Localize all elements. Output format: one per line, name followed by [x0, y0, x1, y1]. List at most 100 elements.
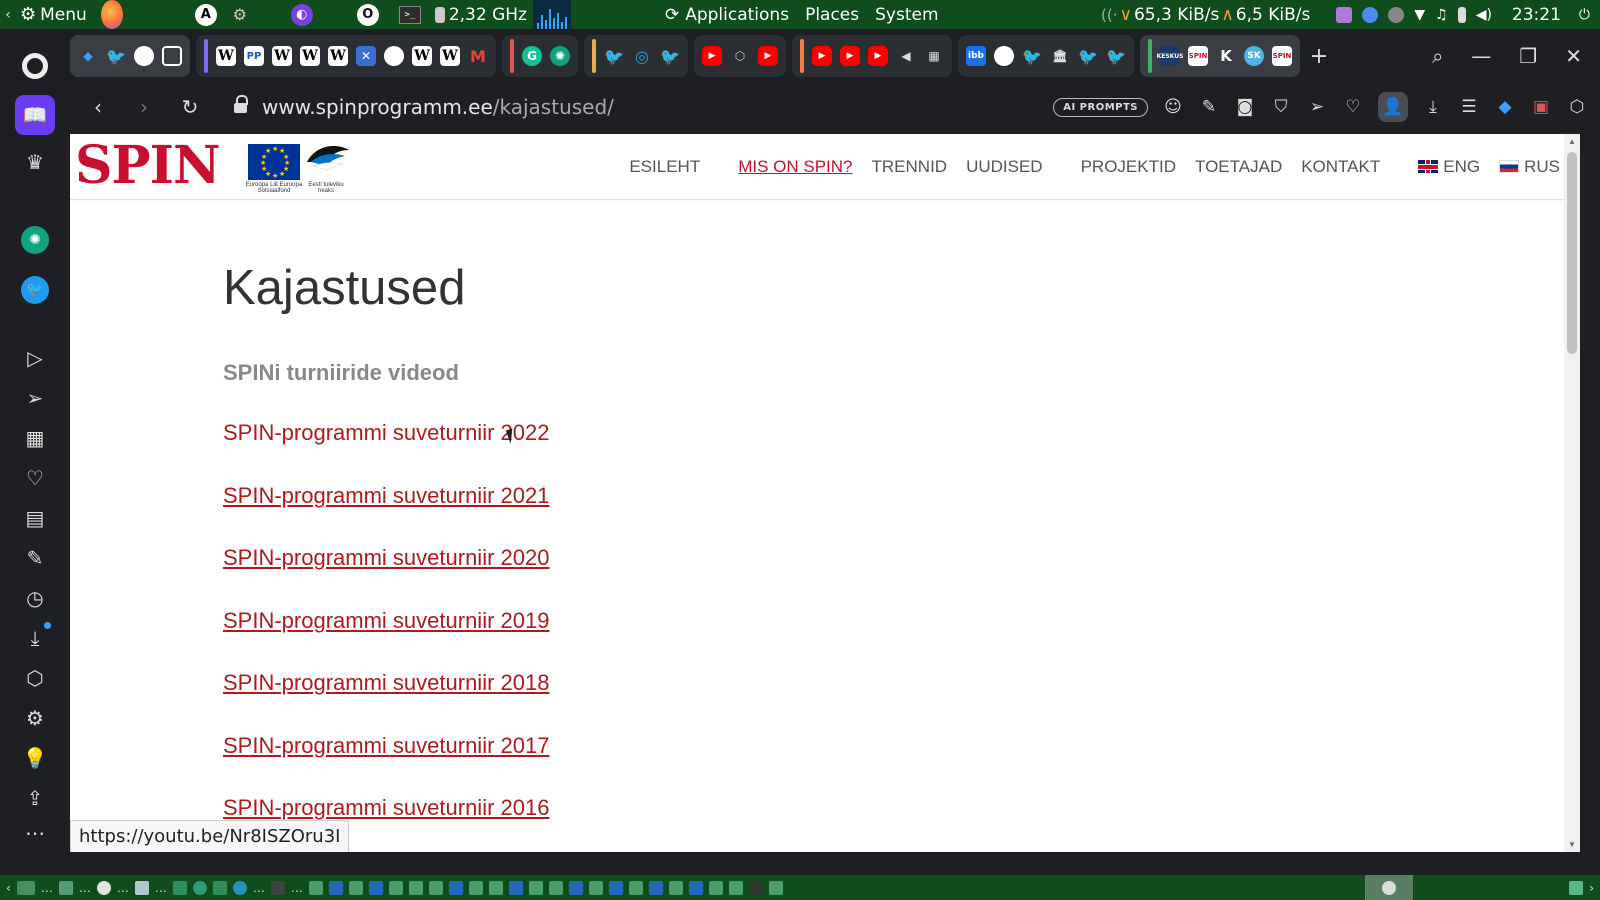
nav-lang-eng[interactable]: ENG	[1418, 157, 1480, 177]
taskbar-app-icon[interactable]	[348, 880, 363, 895]
sidebar-reading-button[interactable]: 📖	[15, 95, 55, 135]
sidebar-bookmarks-button[interactable]: ♡	[19, 462, 51, 494]
new-tab-button[interactable]: +	[1306, 44, 1332, 69]
send-icon[interactable]: ➢	[1306, 97, 1328, 117]
ibb-icon[interactable]: ibb	[966, 46, 986, 66]
places-menu[interactable]: Places	[805, 5, 859, 25]
battery-icon[interactable]	[1457, 6, 1466, 23]
tab-group-3[interactable]: G ✺	[502, 35, 578, 77]
nav-kontakt[interactable]: KONTAKT	[1301, 157, 1380, 177]
nav-trennid[interactable]: TRENNID	[872, 157, 948, 177]
nav-projektid[interactable]: PROJEKTID	[1081, 157, 1176, 177]
video-link-2020[interactable]: SPIN-programmi suveturniir 2020	[223, 545, 549, 570]
taskbar-app-icon[interactable]	[748, 880, 763, 895]
globe-icon[interactable]	[994, 46, 1014, 66]
volume-icon[interactable]: ◀)	[1476, 7, 1492, 23]
globe-icon[interactable]	[134, 46, 154, 66]
back-button[interactable]: ‹	[82, 95, 114, 119]
system-menu[interactable]: System	[875, 5, 938, 25]
taskbar-app-icon[interactable]	[408, 880, 423, 895]
sidebar-pinboard-button[interactable]: ✎	[19, 542, 51, 574]
nav-lang-rus[interactable]: RUS	[1499, 157, 1560, 177]
tray-app-icon[interactable]	[1336, 6, 1353, 23]
taskbar-window-icon[interactable]	[688, 880, 703, 895]
twitter-icon[interactable]: 🐦	[1106, 46, 1126, 66]
youtube-icon[interactable]: ▶	[702, 46, 722, 66]
scroll-up-icon[interactable]: ▲	[1564, 137, 1580, 146]
sidebar-downloads-button[interactable]: ⤓	[19, 622, 51, 654]
sidebar-news-button[interactable]: ▤	[19, 502, 51, 534]
page-scrollbar[interactable]: ▲ ▼	[1564, 134, 1580, 852]
spin-logo[interactable]: SPIN	[75, 136, 221, 196]
tab-group-2[interactable]: W PP W W W ✕ W W M	[196, 35, 496, 77]
taskbar-app-icon[interactable]	[468, 880, 483, 895]
video-link-2016[interactable]: SPIN-programmi suveturniir 2016	[223, 795, 549, 820]
downloads-icon[interactable]: ⤓	[1422, 97, 1444, 117]
lock-icon[interactable]	[234, 95, 248, 114]
taskbar-app-icon[interactable]	[488, 880, 503, 895]
pin-icon[interactable]: ◆	[78, 46, 98, 66]
globe-icon[interactable]	[384, 46, 404, 66]
taskbar-app-icon[interactable]	[708, 880, 723, 895]
chatgpt-icon[interactable]: ✺	[550, 46, 570, 66]
video-link-2019[interactable]: SPIN-programmi suveturniir 2019	[223, 608, 549, 633]
reload-button[interactable]: ↻	[174, 95, 206, 119]
camera-icon[interactable]: ◙	[1234, 97, 1256, 117]
sidebar-settings-button[interactable]: ⚙	[19, 702, 51, 734]
extensions-cube-icon[interactable]: ⬡	[1566, 97, 1588, 117]
twitter-icon[interactable]: 🐦	[604, 46, 624, 66]
nav-toetajad[interactable]: TOETAJAD	[1195, 157, 1282, 177]
taskbar-editor-icon[interactable]	[134, 880, 149, 895]
youtube-icon[interactable]: ▶	[868, 46, 888, 66]
restore-icon[interactable]: ❐	[1519, 44, 1537, 68]
taskbar-window-icon[interactable]	[448, 880, 463, 895]
tab-group-8[interactable]: KESKUS SPIN K SK SPIN	[1140, 35, 1300, 77]
twitter-icon[interactable]: 🐦	[660, 46, 680, 66]
extension-badge-icon[interactable]: ▣	[1530, 97, 1552, 117]
taskbar-window-icon[interactable]	[648, 880, 663, 895]
nav-mis-on-spin[interactable]: MIS ON SPIN?	[738, 157, 852, 177]
taskbar-left-arrow-icon[interactable]: ‹	[6, 881, 11, 895]
telegram-icon[interactable]: ◎	[632, 46, 652, 66]
box-icon[interactable]: ⬡	[730, 46, 750, 66]
spin-icon[interactable]: SPIN	[1188, 46, 1208, 66]
power-icon[interactable]: ⏻	[1579, 7, 1590, 23]
taskbar-terminal-icon[interactable]	[270, 880, 285, 895]
speaker-icon[interactable]: ◀	[896, 46, 916, 66]
firefox-launcher-icon[interactable]	[100, 0, 123, 29]
url-field[interactable]: www.spinprogramm.ee/kajastused/	[262, 95, 614, 119]
taskbar-window-icon[interactable]	[568, 880, 583, 895]
terminal-icon[interactable]: >_	[398, 5, 421, 24]
taskbar-right-arrow-icon[interactable]: ›	[1589, 881, 1594, 895]
sidebar-speed-dial-button[interactable]: ▦	[19, 422, 51, 454]
youtube-icon[interactable]: ▶	[812, 46, 832, 66]
emoji-icon[interactable]: ☺	[1162, 97, 1184, 117]
taskbar-active-window[interactable]	[1365, 875, 1414, 900]
taskbar-app-icon[interactable]	[58, 880, 73, 895]
taskbar-app-icon[interactable]	[388, 880, 403, 895]
taskbar-app-icon[interactable]	[308, 880, 323, 895]
settings-gears-icon[interactable]: ⚙	[229, 4, 251, 26]
taskbar-app-icon[interactable]	[192, 880, 207, 895]
taskbar-app-icon[interactable]	[668, 880, 683, 895]
close-window-icon[interactable]: ✕	[1565, 44, 1582, 68]
taskbar-trash-icon[interactable]	[1569, 880, 1584, 895]
taskbar-window-icon[interactable]	[328, 880, 343, 895]
library-icon[interactable]: 🏛	[1050, 46, 1070, 66]
taskbar-telegram-icon[interactable]	[232, 880, 247, 895]
share-edit-icon[interactable]: ✎	[1198, 97, 1220, 117]
taskbar-app-icon[interactable]	[768, 880, 783, 895]
ai-prompts-button[interactable]: AI PROMPTS	[1053, 97, 1148, 117]
extension-pin-icon[interactable]: ◆	[1494, 97, 1516, 117]
k-icon[interactable]: K	[1216, 46, 1236, 66]
panel-left-arrow-icon[interactable]: ‹	[0, 0, 16, 29]
nav-uudised[interactable]: UUDISED	[966, 157, 1043, 177]
twitter-icon[interactable]: 🐦	[1022, 46, 1042, 66]
scrollbar-thumb[interactable]	[1567, 152, 1577, 354]
video-link-2018[interactable]: SPIN-programmi suveturniir 2018	[223, 670, 549, 695]
taskbar-app-icon[interactable]	[628, 880, 643, 895]
sidebar-history-button[interactable]: ◷	[19, 582, 51, 614]
opera-launcher-icon[interactable]: O	[356, 3, 379, 26]
taskbar-app-icon[interactable]	[428, 880, 443, 895]
applications-menu[interactable]: ⟳ Applications	[665, 0, 789, 29]
